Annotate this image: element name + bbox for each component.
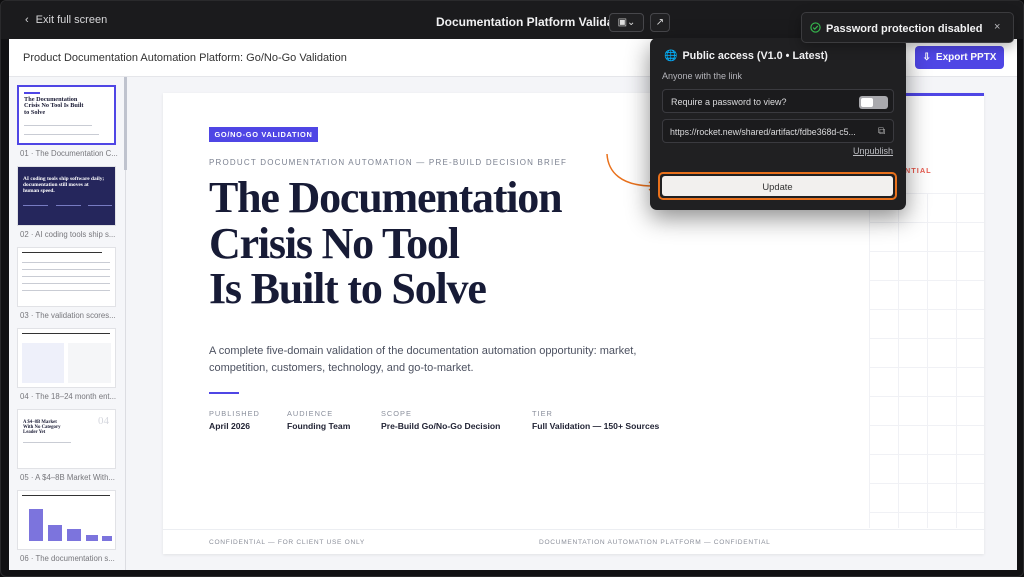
thumb-line [22,269,110,270]
thumb-line [56,205,81,206]
headline-line-2: Crisis No Tool [209,218,460,268]
thumb-line [22,290,110,291]
thumb-box [68,343,111,383]
chevron-left-icon: ‹ [25,14,29,26]
exit-label: Exit full screen [35,14,108,26]
thumb-line [88,205,112,206]
meta-tier-label: TIER [532,409,553,418]
toggle-knob [861,98,873,107]
window-title: Documentation Platform Validation [436,15,636,29]
meta-scope-value: Pre-Build Go/No-Go Decision [381,421,501,431]
close-icon[interactable]: × [994,21,1000,33]
thumb-line [22,283,110,284]
slide-thumbnail-label: 06 · The documentation s... [20,554,115,563]
slide-footer-divider [163,529,984,530]
slide-thumbnail-label: 03 · The validation scores... [20,311,116,320]
thumb-badge [24,92,40,94]
thumb-bar [86,535,98,541]
thumb-title: A $4–8B Market With No Category Leader Y… [23,420,61,436]
slide-kicker: PRODUCT DOCUMENTATION AUTOMATION — PRE-B… [209,158,568,167]
password-label: Require a password to view? [671,97,787,107]
export-label: Export PPTX [935,52,997,63]
slide-thumbnail-label: 05 · A $4–8B Market With... [20,473,115,482]
meta-audience-value: Founding Team [287,421,351,431]
thumb-line [24,134,99,135]
thumb-line [22,276,110,277]
publish-menu-button[interactable]: ▣ ⌄ [609,13,644,32]
password-row: Require a password to view? [662,89,894,113]
thumb-bar [102,536,112,541]
thumb-title: AI coding tools ship software daily; doc… [23,176,105,195]
thumb-line [22,252,102,253]
slide-thumbnail-03[interactable] [17,247,116,307]
slide-grid-decoration [869,193,984,528]
document-icon: ▣ [617,17,628,28]
thumb-line [22,262,110,263]
export-pptx-button[interactable]: ⇩ Export PPTX [915,46,1004,69]
slide-thumbnail-label: 02 · AI coding tools ship s... [20,230,116,239]
unpublish-link[interactable]: Unpublish [853,146,893,156]
thumb-line [22,495,110,496]
thumb-bar [48,525,62,541]
slide-thumbnail-06[interactable] [17,490,116,550]
thumb-box [22,343,64,383]
meta-audience-label: AUDIENCE [287,409,334,418]
chevron-down-icon: ⌄ [627,17,636,28]
sidebar-scrollbar[interactable] [124,77,127,170]
slide-thumbnail-label: 04 · The 18–24 month ent... [20,392,117,401]
success-toast: Password protection disabled × [801,12,1014,43]
toast-message: Password protection disabled [826,23,983,35]
slide-thumbnail-04[interactable] [17,328,116,388]
slide-thumbnail-02[interactable]: AI coding tools ship software daily; doc… [17,166,116,226]
copy-icon[interactable]: ⧉ [878,126,885,137]
password-toggle[interactable] [859,96,888,109]
slide-thumbnail-label: 01 · The Documentation C... [20,149,118,158]
share-url-text: https://rocket.new/shared/artifact/fdbe3… [670,127,856,137]
update-button[interactable]: Update [662,176,893,196]
globe-icon: 🌐 [664,50,678,62]
slide-accent-rule [209,392,239,394]
headline-line-3: Is Built to Solve [209,264,487,313]
meta-scope-label: SCOPE [381,409,412,418]
public-access-title: 🌐 Public access (V1.0 • Latest) [664,49,828,63]
share-url-field[interactable]: https://rocket.new/shared/artifact/fdbe3… [662,119,894,143]
app-window: ‹ Exit full screen Documentation Platfor… [0,0,1024,577]
thumb-line [23,205,48,206]
thumb-line [23,442,71,443]
thumb-line [22,333,110,334]
share-button[interactable]: ↗ [650,13,670,32]
access-scope-text: Anyone with the link [662,71,743,81]
thumb-bar [29,509,43,541]
footer-left-text: CONFIDENTIAL — FOR CLIENT USE ONLY [209,539,365,546]
check-circle-icon [810,22,821,33]
validation-badge: GO/NO-GO VALIDATION [209,127,318,142]
share-icon: ↗ [655,17,665,28]
meta-published-value: April 2026 [209,421,251,431]
exit-full-screen-button[interactable]: ‹ Exit full screen [25,14,107,26]
thumb-line [24,125,92,126]
slide-thumbnail-sidebar: The Documentation Crisis No Tool Is Buil… [9,77,126,570]
thumb-number: 04 [98,415,109,427]
document-title: Product Documentation Automation Platfor… [23,52,347,64]
update-button-highlight: Update [658,172,897,200]
slide-thumbnail-01[interactable]: The Documentation Crisis No Tool Is Buil… [17,85,116,145]
thumb-title: The Documentation Crisis No Tool Is Buil… [24,96,84,116]
meta-published-label: PUBLISHED [209,409,260,418]
share-popover: 🌐 Public access (V1.0 • Latest) Anyone w… [650,38,906,210]
slide-thumbnail-05[interactable]: A $4–8B Market With No Category Leader Y… [17,409,116,469]
thumb-bar [67,529,81,541]
slide-subtitle: A complete five-domain validation of the… [209,345,637,374]
meta-tier-value: Full Validation — 150+ Sources [532,421,660,431]
footer-right-text: DOCUMENTATION AUTOMATION PLATFORM — CONF… [539,539,771,546]
download-icon: ⇩ [922,52,931,63]
public-access-label: Public access (V1.0 • Latest) [682,49,828,62]
